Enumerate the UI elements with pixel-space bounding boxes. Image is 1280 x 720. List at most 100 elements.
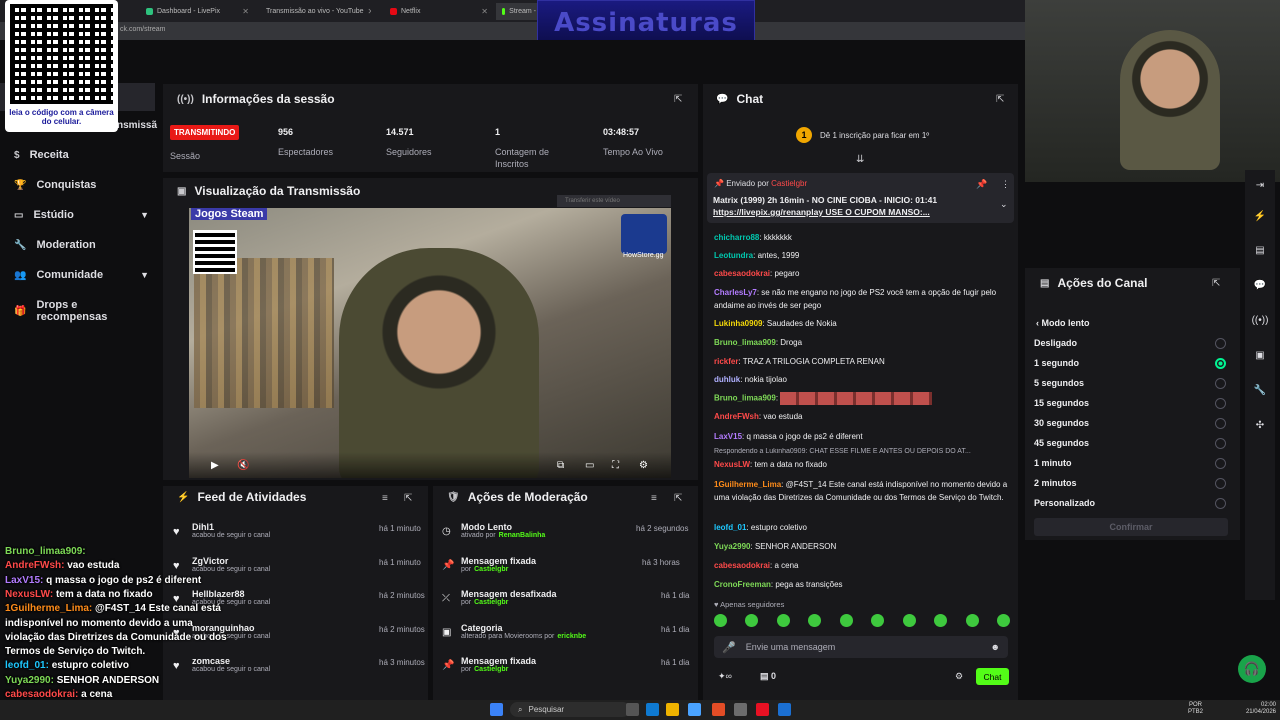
filter-icon[interactable]: ≡ bbox=[382, 493, 388, 504]
chat-username[interactable]: 1Guilherme_Lima bbox=[714, 480, 781, 489]
emote-icon[interactable] bbox=[871, 614, 885, 627]
chat-username[interactable]: Yuya2990 bbox=[714, 542, 750, 551]
slow-mode-radio[interactable] bbox=[1215, 458, 1226, 469]
unpin-icon[interactable]: 📌 bbox=[976, 179, 987, 190]
chat-username[interactable]: CharlesLy7 bbox=[714, 288, 757, 297]
emote-icon[interactable] bbox=[776, 614, 790, 627]
slow-mode-option[interactable]: 1 minuto bbox=[1034, 458, 1072, 468]
slow-mode-radio[interactable] bbox=[1215, 498, 1226, 509]
popout-icon[interactable]: ⇱ bbox=[996, 94, 1004, 105]
popout-icon[interactable]: ⇱ bbox=[674, 493, 682, 504]
chat-message[interactable]: leofd_01: estupro coletivo bbox=[714, 522, 1014, 535]
chat-message[interactable]: NexusLW: tem a data no fixado bbox=[714, 459, 1014, 472]
chat-message[interactable]: chicharro88: kkkkkkk bbox=[714, 232, 1014, 245]
sidebar-item-receita[interactable]: $ Receita bbox=[14, 149, 149, 161]
obs-icon[interactable] bbox=[756, 703, 769, 716]
slow-mode-back[interactable]: ‹ Modo lento bbox=[1036, 318, 1090, 328]
emote-icon[interactable] bbox=[965, 614, 979, 627]
edge-icon[interactable] bbox=[646, 703, 659, 716]
gear-icon[interactable]: ⚙ bbox=[639, 460, 648, 471]
send-chat-button[interactable]: Chat bbox=[976, 668, 1009, 685]
chat-username[interactable]: NexusLW bbox=[714, 460, 750, 469]
theater-icon[interactable]: ▭ bbox=[585, 460, 594, 471]
close-icon[interactable]: ✕ bbox=[242, 7, 249, 16]
chat-message[interactable]: Bruno_limaa909: Droga bbox=[714, 337, 1014, 350]
actions-icon[interactable]: ▣ bbox=[1250, 345, 1270, 365]
chat-message[interactable]: 1Guilherme_Lima: @F4ST_14 Este canal est… bbox=[714, 479, 1014, 504]
chat-username[interactable]: chicharro88 bbox=[714, 233, 759, 242]
emote-icon[interactable] bbox=[839, 614, 853, 627]
chat-username[interactable]: AndreFWsh bbox=[714, 412, 759, 421]
chat-message[interactable]: AndreFWsh: vao estuda bbox=[714, 411, 1014, 424]
chat-username[interactable]: cabesaodokrai bbox=[714, 269, 770, 278]
slow-mode-option[interactable]: 15 segundos bbox=[1034, 398, 1089, 408]
steam-icon[interactable] bbox=[778, 703, 791, 716]
chat-message[interactable]: CronoFreeman: pega as transições bbox=[714, 579, 1014, 592]
chat-message[interactable]: duhluk: nokia tijolao bbox=[714, 374, 1014, 387]
bolt-icon[interactable]: ⚡ bbox=[1250, 206, 1270, 226]
chat-message[interactable]: CharlesLy7: se não me engano no jogo de … bbox=[714, 287, 1014, 312]
chat-message[interactable]: Leotundra: antes, 1999 bbox=[714, 250, 1014, 263]
sidebar-item-comunidade[interactable]: 👥 Comunidade ▼ bbox=[14, 269, 149, 281]
slow-mode-option[interactable]: 45 segundos bbox=[1034, 438, 1089, 448]
explorer-icon[interactable] bbox=[666, 703, 679, 716]
emote-icon[interactable] bbox=[934, 614, 948, 627]
sidebar-item-conquistas[interactable]: 🏆 Conquistas bbox=[14, 179, 149, 191]
chat-username[interactable]: Bruno_limaa909 bbox=[714, 338, 776, 347]
chat-message[interactable]: Yuya2990: SENHOR ANDERSON bbox=[714, 541, 1014, 554]
gear-icon[interactable]: ⚙ bbox=[955, 671, 963, 682]
windows-icon[interactable] bbox=[490, 703, 503, 716]
emote-bar[interactable] bbox=[714, 614, 1010, 630]
slow-mode-radio[interactable] bbox=[1215, 418, 1226, 429]
chat-username[interactable]: rickfer bbox=[714, 357, 738, 366]
chat-message[interactable]: Lukinha0909: Saudades de Nokia bbox=[714, 318, 1014, 331]
support-icon[interactable]: 🎧 bbox=[1238, 655, 1266, 683]
slow-mode-radio[interactable] bbox=[1215, 438, 1226, 449]
more-icon[interactable]: ⋮ bbox=[1001, 179, 1010, 190]
chat-message[interactable]: LaxV15: q massa o jogo de ps2 é diferent bbox=[714, 431, 1014, 444]
emote-icon[interactable] bbox=[745, 614, 759, 627]
emote-icon[interactable] bbox=[808, 614, 822, 627]
chat-input[interactable]: 🎤 Envie uma mensagem ☻ bbox=[714, 636, 1008, 658]
chrome-icon[interactable] bbox=[712, 703, 725, 716]
close-icon[interactable]: ✕ bbox=[481, 7, 488, 16]
moderation-item[interactable]: Mensagem desafixada por Castielgbr bbox=[461, 589, 557, 606]
task-view-icon[interactable] bbox=[626, 703, 639, 716]
play-icon[interactable]: ▶ bbox=[211, 460, 219, 471]
chat-message[interactable]: Bruno_limaa909: bbox=[714, 392, 1014, 405]
chat-username[interactable]: leofd_01 bbox=[714, 523, 746, 532]
mute-icon[interactable]: 🔇 bbox=[237, 460, 249, 471]
slow-mode-option[interactable]: 1 segundo bbox=[1034, 358, 1079, 368]
points-counter[interactable]: ▤ 0 bbox=[760, 671, 776, 682]
points-icon[interactable]: ✦∞ bbox=[718, 671, 732, 682]
chat-message[interactable]: cabesaodokrai: pegaro bbox=[714, 268, 1014, 281]
popout-icon[interactable]: ⇱ bbox=[674, 94, 682, 105]
taskbar-search[interactable]: ⌕ Pesquisar bbox=[510, 702, 630, 717]
chat-username[interactable]: duhluk bbox=[714, 375, 740, 384]
popout-icon[interactable]: ⇱ bbox=[1212, 278, 1220, 289]
slow-mode-option[interactable]: Desligado bbox=[1034, 338, 1077, 348]
chat-message[interactable]: rickfer: TRAZ A TRILOGIA COMPLETA RENAN bbox=[714, 356, 1014, 369]
chat-username[interactable]: Bruno_limaa909 bbox=[714, 394, 776, 403]
chevron-down-icon[interactable]: ⌄ bbox=[1000, 199, 1008, 210]
document-icon[interactable]: ▤ bbox=[1250, 240, 1270, 260]
transfer-video-button[interactable]: Transferir este vídeo bbox=[557, 195, 671, 207]
chat-username[interactable]: Leotundra bbox=[714, 251, 753, 260]
chat-username[interactable]: LaxV15 bbox=[714, 432, 742, 441]
chat-username[interactable]: cabesaodokrai bbox=[714, 561, 770, 570]
slow-mode-option[interactable]: 2 minutos bbox=[1034, 478, 1077, 488]
chat-username[interactable]: Lukinha0909 bbox=[714, 319, 762, 328]
moderation-item[interactable]: Categoria alterado para Movierooms por eri… bbox=[461, 623, 586, 640]
chat-bubble-icon[interactable]: 💬 bbox=[1250, 275, 1270, 295]
slow-mode-radio[interactable] bbox=[1215, 338, 1226, 349]
fullscreen-icon[interactable]: ⛶ bbox=[612, 460, 619, 471]
pip-icon[interactable]: ⧉ bbox=[557, 460, 564, 471]
store-icon[interactable] bbox=[688, 703, 701, 716]
moderation-item[interactable]: Modo Lento ativado por RenanBalinha bbox=[461, 522, 545, 539]
sidebar-item-estudio[interactable]: ▭ Estúdio ▼ bbox=[14, 209, 149, 221]
emote-icon[interactable] bbox=[996, 614, 1010, 627]
settings-icon[interactable] bbox=[734, 703, 747, 716]
emote-icon[interactable] bbox=[714, 614, 727, 627]
wrench-icon[interactable]: 🔧 bbox=[1250, 380, 1270, 400]
chat-username[interactable]: CronoFreeman bbox=[714, 580, 771, 589]
